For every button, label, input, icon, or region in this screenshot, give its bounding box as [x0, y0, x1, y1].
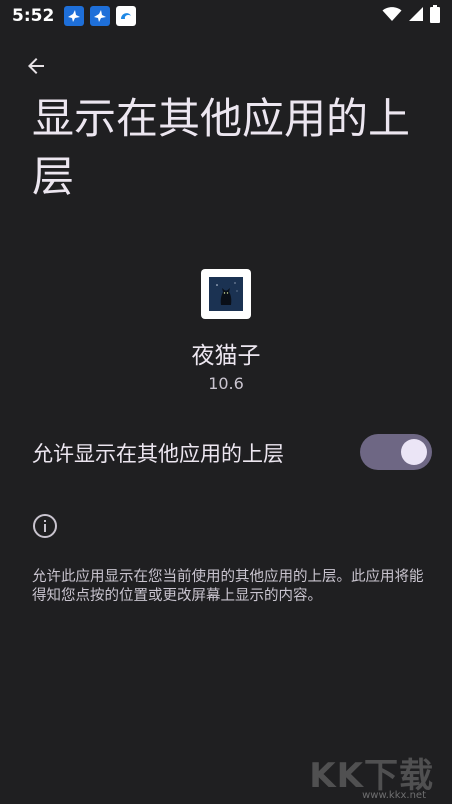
battery-icon	[430, 5, 440, 27]
app-name: 夜猫子	[191, 343, 261, 369]
back-button[interactable]	[20, 50, 52, 82]
app-icon	[201, 269, 251, 319]
status-time: 5:52	[12, 6, 55, 26]
permission-switch[interactable]	[360, 434, 432, 470]
permission-label: 允许显示在其他应用的上层	[32, 442, 284, 466]
permission-description: 允许此应用显示在您当前使用的其他应用的上层。此应用将能得知您点按的位置或更改屏幕…	[32, 569, 424, 604]
bird-icon	[90, 6, 111, 26]
cat-icon	[209, 277, 243, 311]
wave-icon	[116, 6, 137, 26]
app-version: 10.6	[208, 374, 244, 393]
status-bar: 5:52	[0, 0, 452, 32]
status-right	[382, 5, 440, 27]
wifi-icon	[382, 6, 402, 26]
signal-icon	[408, 6, 424, 26]
bird-icon	[64, 6, 85, 26]
info-icon	[32, 513, 58, 539]
watermark-url: www.kkx.net	[362, 790, 426, 801]
page-title: 显示在其他应用的上层	[32, 94, 411, 201]
arrow-left-icon	[28, 58, 44, 74]
permission-toggle-row[interactable]: 允许显示在其他应用的上层	[0, 428, 452, 476]
switch-thumb	[401, 439, 427, 465]
status-left: 5:52	[12, 6, 137, 26]
